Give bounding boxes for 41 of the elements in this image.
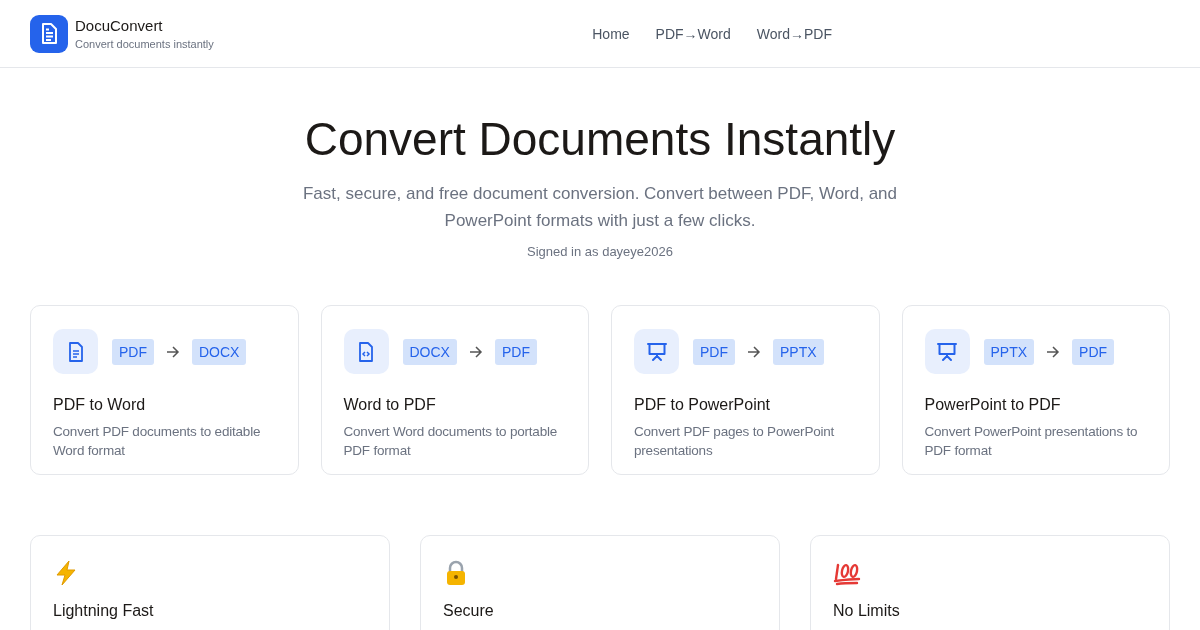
hero-title: Convert Documents Instantly: [303, 112, 897, 166]
converter-title: PDF to Word: [53, 396, 147, 414]
format-tag: PDF: [112, 338, 154, 365]
brand-name[interactable]: DocuConvert: [75, 17, 214, 34]
converter-description: Convert PDF pages to PowerPoint presentations: [634, 423, 836, 460]
format-tag: PDF: [494, 338, 537, 365]
presentation-icon: [924, 329, 970, 374]
lightning-icon: [53, 560, 79, 586]
converter-description: Convert PowerPoint presentations to PDF format: [924, 423, 1139, 460]
nav-link[interactable]: PDF→Word: [655, 25, 731, 42]
converter-card[interactable]: PDF DOCX PDF to Word Convert PDF documents to editable Word format: [30, 305, 299, 475]
converter-card[interactable]: PDF PPTX PDF to PowerPoint Convert PDF pages to PowerPoint presentations: [611, 305, 880, 475]
format-tag: PDF: [693, 338, 735, 365]
logo-icon: [30, 14, 68, 53]
arrow-icon: [468, 345, 483, 358]
nav-link[interactable]: Home: [592, 25, 630, 42]
hero-subtitle: Fast, secure, and free document conversion. Convert between PDF, Word, and PowerPoint formats with just a few clicks.: [301, 183, 898, 232]
converter-title: PowerPoint to PDF: [924, 396, 1062, 414]
format-tag: DOCX: [402, 338, 457, 365]
converter-description: Convert Word documents to portable PDF format: [343, 423, 559, 460]
arrow-icon: [166, 345, 180, 358]
converter-card[interactable]: DOCX PDF Word to PDF Convert Word documents to portable PDF format: [320, 305, 589, 475]
arrow-icon: [747, 345, 761, 358]
converter-card[interactable]: PPTX PDF PowerPoint to PDF Convert PowerPoint presentations to PDF format: [901, 305, 1170, 475]
arrow-icon: [1046, 345, 1061, 358]
code-file-icon: [343, 329, 389, 374]
feature-title: No Limits: [833, 602, 901, 620]
converter-description: Convert PDF documents to editable Word format: [53, 423, 262, 460]
converter-title: PDF to PowerPoint: [634, 396, 772, 414]
format-tag: DOCX: [192, 338, 247, 365]
presentation-icon: [634, 329, 679, 374]
converter-title: Word to PDF: [343, 396, 437, 414]
brand-tagline: Convert documents instantly: [75, 38, 214, 50]
format-tag: PPTX: [773, 338, 824, 365]
document-icon: [53, 329, 98, 374]
signed-in-text: Signed in as dayeye2026: [526, 244, 674, 259]
format-tag: PDF: [1072, 338, 1115, 365]
format-tag: PPTX: [983, 338, 1035, 365]
feature-title: Secure: [443, 602, 495, 620]
feature-title: Lightning Fast: [53, 602, 155, 620]
nav-link[interactable]: Word→PDF: [756, 25, 832, 42]
